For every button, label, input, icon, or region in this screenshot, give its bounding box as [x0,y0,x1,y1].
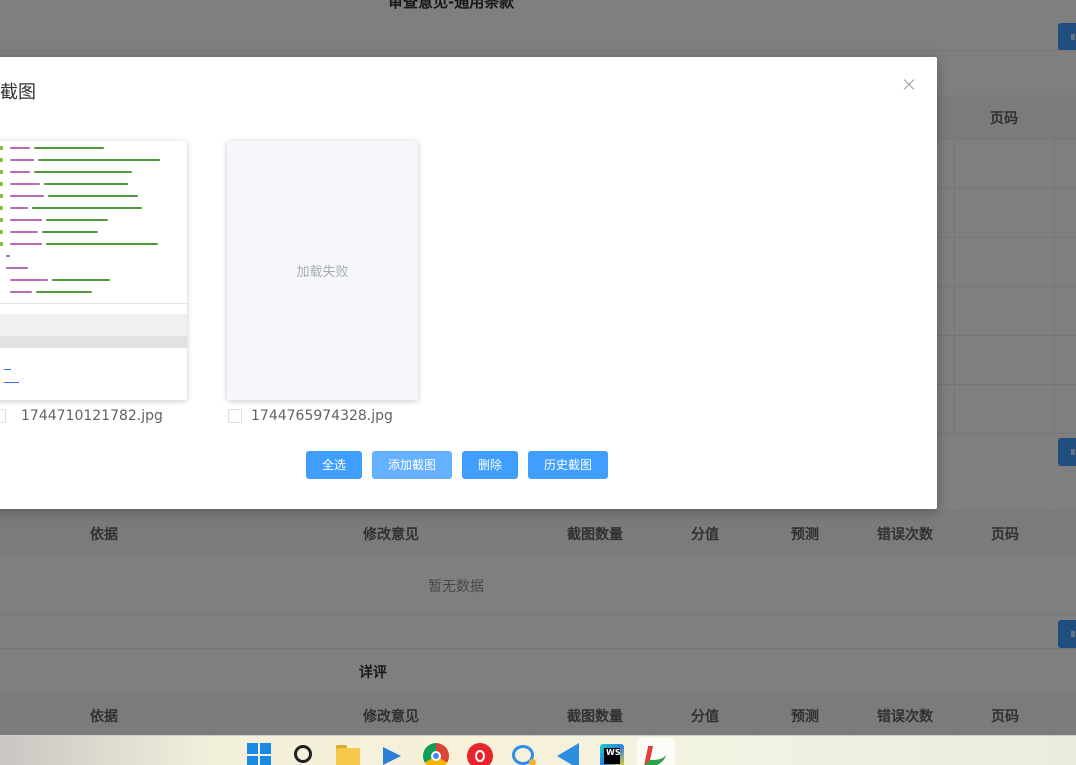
screenshot-checkbox[interactable] [228,409,242,423]
chrome-icon[interactable] [423,743,449,765]
taskbar: WS [0,735,1076,765]
select-all-button[interactable]: 全选 [306,451,362,479]
close-icon[interactable] [900,75,920,95]
chat-icon[interactable] [511,743,537,765]
add-screenshot-button[interactable]: 添加截图 [372,451,452,479]
netease-music-icon[interactable] [467,743,493,765]
load-failed-text: 加载失败 [296,265,349,280]
screenshot-thumbnail[interactable] [0,141,187,400]
webstorm-icon[interactable]: WS [599,743,625,765]
vscode-icon[interactable] [555,743,581,765]
screenshot-filename: 1744710121782.jpg [21,408,163,424]
screenshot-filename: 1744765974328.jpg [251,408,393,424]
search-icon[interactable] [292,743,318,765]
delete-button[interactable]: 删除 [462,451,518,479]
screenshot-thumbnail[interactable]: 加载失败 [227,141,418,400]
custom-app-icon[interactable] [637,738,675,765]
file-explorer-icon[interactable] [335,743,361,765]
windows-start-icon[interactable] [247,743,273,765]
screenshot-checkbox[interactable] [0,409,6,423]
screenshot-dialog: 截图 加载失败 1744710121782.jpg 1744765974328.… [0,57,937,509]
screenshot-image [0,141,187,303]
arrow-app-icon[interactable] [379,743,405,765]
history-screenshots-button[interactable]: 历史截图 [528,451,608,479]
dialog-title: 截图 [0,82,36,103]
